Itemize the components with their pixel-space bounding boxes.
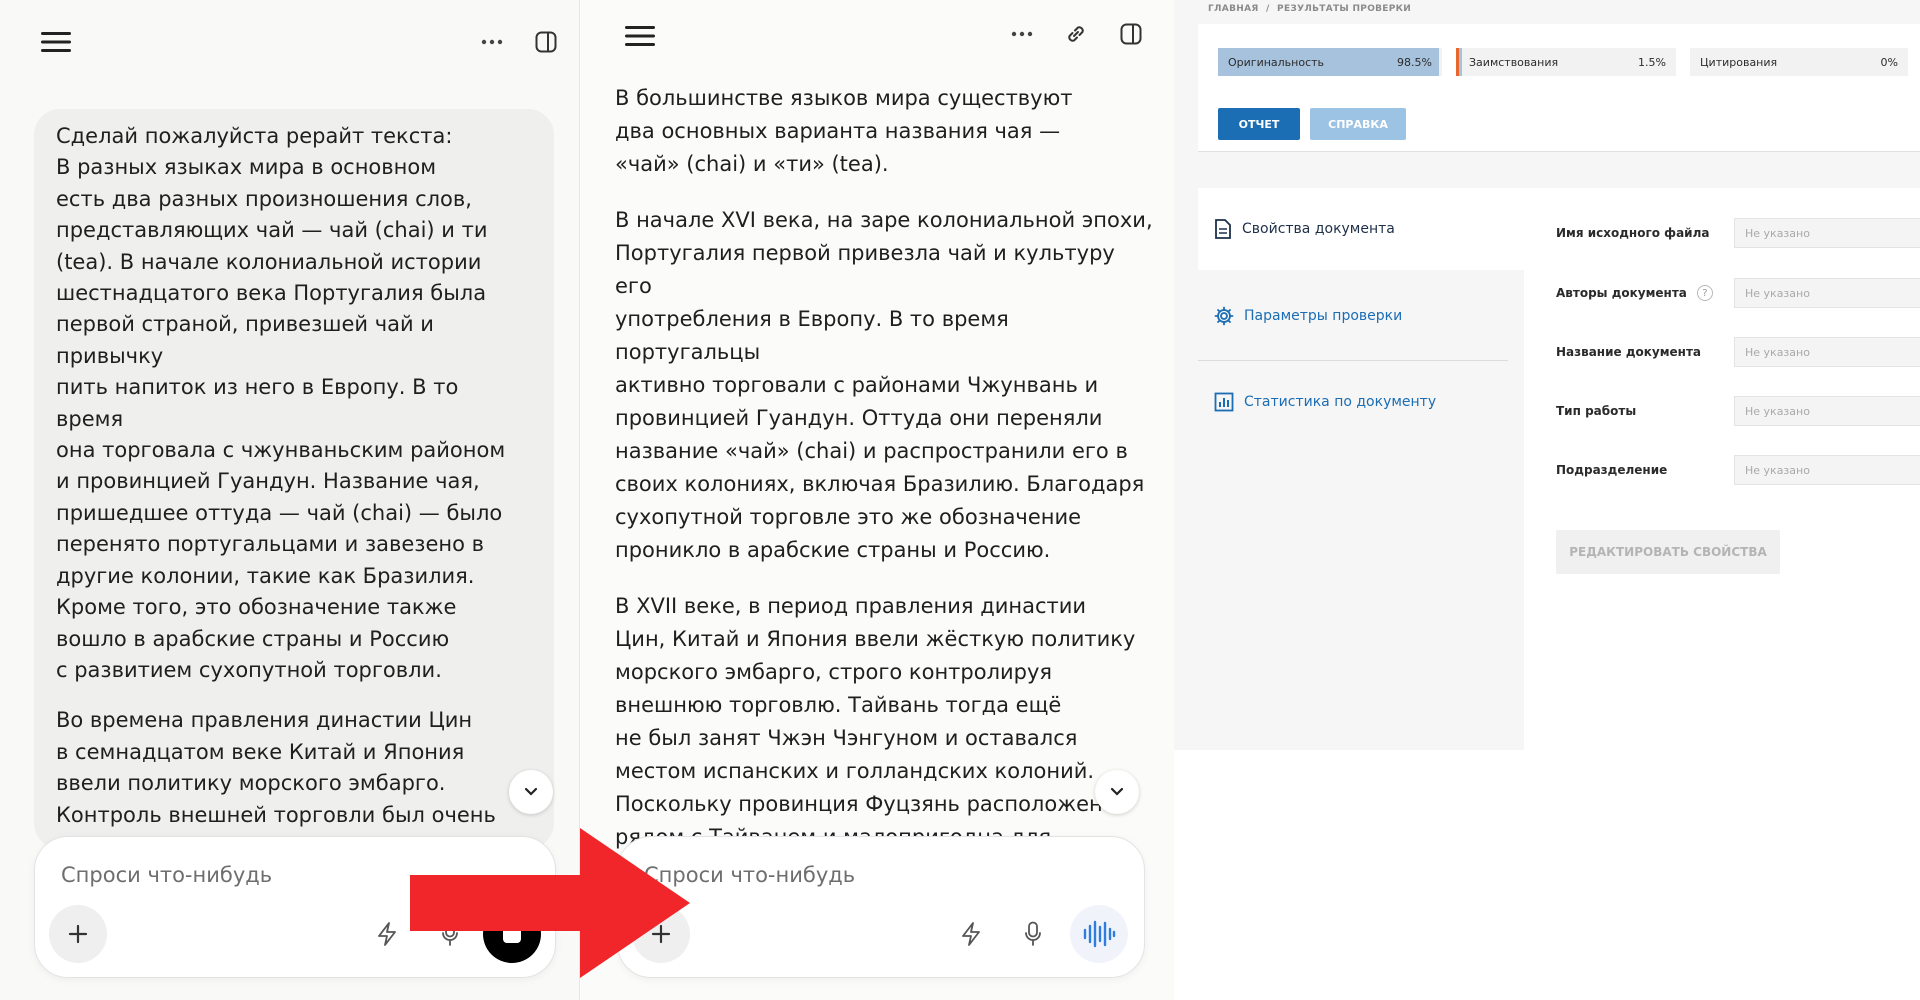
field-label-source-file: Имя исходного файла	[1556, 226, 1710, 240]
metric-citations: Цитирования 0%	[1690, 48, 1908, 76]
menu-icon[interactable]	[624, 22, 656, 50]
document-title-field[interactable]: Не указано	[1734, 337, 1920, 367]
answer-paragraph: В начале XVI века, на заре колониальной …	[615, 208, 1153, 562]
chevron-down-icon	[1110, 787, 1124, 796]
more-options-icon[interactable]	[1008, 22, 1036, 46]
breadcrumb-home[interactable]: ГЛАВНАЯ	[1208, 4, 1259, 14]
more-options-icon[interactable]	[478, 30, 506, 54]
metric-value: 0%	[1880, 55, 1898, 69]
gear-icon	[1214, 306, 1234, 326]
report-button[interactable]: ОТЧЕТ	[1218, 108, 1300, 140]
department-field[interactable]: Не указано	[1734, 455, 1920, 485]
voice-mode-button[interactable]	[1070, 905, 1128, 963]
scroll-down-button[interactable]	[509, 770, 553, 814]
chart-icon	[1214, 392, 1234, 412]
red-arrow-annotation	[410, 828, 690, 978]
document-properties-form: Имя исходного файла Не указано Авторы до…	[1524, 188, 1920, 750]
edit-properties-button[interactable]: РЕДАКТИРОВАТЬ СВОЙСТВА	[1556, 530, 1780, 574]
scroll-down-button[interactable]	[1095, 770, 1139, 814]
microphone-icon[interactable]	[1018, 919, 1048, 949]
sidebar-item-document-statistics[interactable]: Статистика по документу	[1198, 362, 1524, 442]
borrowings-fill-bar	[1459, 48, 1463, 76]
menu-icon[interactable]	[40, 28, 72, 56]
metric-originality: Оригинальность 98.5%	[1218, 48, 1442, 76]
assistant-answer: В большинстве языков мира существуют два…	[615, 82, 1155, 862]
sidebar-item-label: Статистика по документу	[1244, 394, 1437, 410]
voice-waveform-icon	[1083, 920, 1116, 948]
source-file-field[interactable]: Не указано	[1734, 218, 1920, 248]
field-label-authors: Авторы документа ?	[1556, 285, 1713, 301]
answer-paragraph: В XVII веке, в период правления династии…	[615, 594, 1136, 862]
help-button[interactable]: СПРАВКА	[1310, 108, 1406, 140]
metric-label: Заимствования	[1469, 55, 1559, 69]
user-message-bubble: Сделай пожалуйста рерайт текста: В разны…	[34, 109, 554, 849]
lightning-icon[interactable]	[956, 919, 986, 949]
metric-value: 1.5%	[1638, 55, 1666, 69]
screen: Сделай пожалуйста рерайт текста: В разны…	[0, 0, 1920, 1000]
field-label-department: Подразделение	[1556, 463, 1668, 477]
document-sidebar: Свойства документа Параметры проверки Ст…	[1198, 188, 1524, 750]
answer-paragraph: В большинстве языков мира существуют два…	[615, 86, 1073, 176]
document-icon	[1215, 219, 1231, 239]
sidebar-item-label: Свойства документа	[1242, 221, 1395, 237]
breadcrumb-current: РЕЗУЛЬТАТЫ ПРОВЕРКИ	[1277, 4, 1412, 14]
help-icon[interactable]: ?	[1696, 285, 1713, 301]
user-message-paragraph: Сделай пожалуйста рерайт текста: В разны…	[56, 124, 506, 682]
sidebar-toggle-icon[interactable]	[1117, 20, 1145, 48]
authors-field[interactable]: Не указано	[1734, 278, 1920, 308]
sidebar-divider	[1198, 360, 1508, 361]
sidebar-item-check-parameters[interactable]: Параметры проверки	[1198, 276, 1524, 356]
metric-label: Оригинальность	[1228, 55, 1325, 69]
metric-value: 98.5%	[1397, 55, 1432, 69]
field-label-work-type: Тип работы	[1556, 404, 1637, 418]
work-type-field[interactable]: Не указано	[1734, 396, 1920, 426]
plus-icon	[68, 924, 88, 944]
plagiarism-check-app: ГЛАВНАЯ / РЕЗУЛЬТАТЫ ПРОВЕРКИ Оригинальн…	[1174, 0, 1920, 750]
link-icon[interactable]	[1062, 20, 1090, 48]
sidebar-item-document-properties[interactable]: Свойства документа	[1198, 188, 1524, 270]
sidebar-item-label: Параметры проверки	[1244, 308, 1403, 324]
metric-borrowings: Заимствования 1.5%	[1456, 48, 1676, 76]
composer-placeholder[interactable]: Спроси что-нибудь	[61, 863, 272, 887]
field-label-document-title: Название документа	[1556, 345, 1702, 359]
breadcrumb-separator: /	[1266, 4, 1270, 14]
chevron-down-icon	[524, 787, 538, 796]
lightning-icon[interactable]	[372, 919, 402, 949]
field-label-authors-text: Авторы документа	[1556, 286, 1687, 300]
check-results-summary: Оригинальность 98.5% Заимствования 1.5% …	[1198, 24, 1920, 152]
metric-label: Цитирования	[1700, 55, 1778, 69]
breadcrumb: ГЛАВНАЯ / РЕЗУЛЬТАТЫ ПРОВЕРКИ	[1208, 4, 1415, 14]
sidebar-toggle-icon[interactable]	[532, 28, 560, 56]
add-attachment-button[interactable]	[49, 905, 107, 963]
